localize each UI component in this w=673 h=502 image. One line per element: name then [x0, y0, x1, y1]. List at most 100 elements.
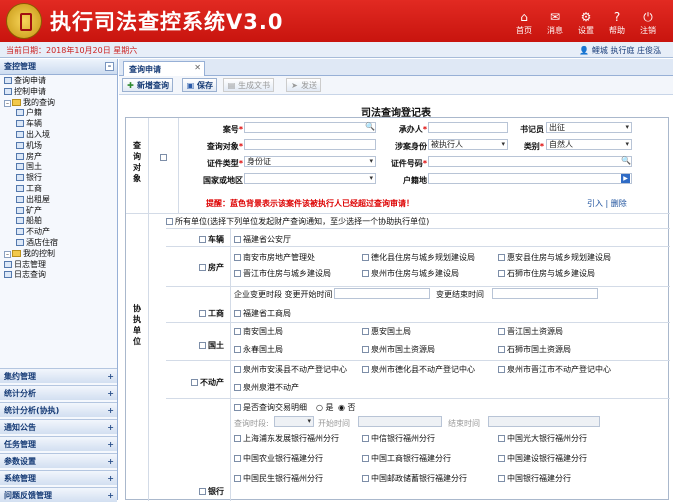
save-button[interactable]: ▣ 保存: [182, 78, 217, 92]
sidebar-item[interactable]: 工商: [2, 184, 115, 195]
unit-checkbox[interactable]: 中国银行福建分行: [498, 473, 571, 484]
unit-checkbox[interactable]: 石狮市国土资源局: [498, 344, 571, 355]
sidebar-item[interactable]: 控制申请: [2, 87, 115, 98]
unit-checkbox[interactable]: 泉州市德化县不动产登记中心: [362, 364, 475, 375]
sidebar-item[interactable]: – 我的查询: [2, 98, 115, 109]
home-button[interactable]: ⌂ 首页: [509, 9, 539, 36]
sidebar-item[interactable]: 船舶: [2, 216, 115, 227]
detail-no-radio[interactable]: ◉ 否: [338, 402, 356, 413]
sidebar-item[interactable]: 日志查询: [2, 270, 115, 281]
sidebar-item[interactable]: 查询申请: [2, 76, 115, 87]
unit-checkbox[interactable]: 中信银行福州分行: [362, 433, 435, 444]
collapse-icon[interactable]: –: [105, 62, 114, 71]
detail-yes-radio[interactable]: ○ 是: [316, 402, 334, 413]
case-no-input[interactable]: [244, 122, 376, 133]
settings-button[interactable]: ⚙ 设置: [571, 9, 601, 36]
country-select[interactable]: [244, 173, 376, 184]
unit-checkbox[interactable]: 晋江市住房与城乡建设局: [234, 268, 331, 279]
id-no-input[interactable]: [428, 156, 632, 167]
sidebar-section[interactable]: 系统管理 +: [0, 470, 117, 485]
unit-checkbox[interactable]: 中国农业银行福建分行: [234, 453, 323, 464]
expand-icon[interactable]: +: [107, 372, 114, 381]
period-select[interactable]: [274, 416, 314, 427]
period-end-input[interactable]: [488, 416, 600, 427]
import-link[interactable]: 引入: [587, 199, 603, 208]
sidebar-section[interactable]: 通知公告 +: [0, 419, 117, 434]
realty-label[interactable]: 不动产: [166, 377, 230, 388]
unit-checkbox[interactable]: 泉州市住房与城乡建设局: [362, 268, 459, 279]
send-button[interactable]: ➤ 发送: [286, 78, 321, 92]
unit-checkbox[interactable]: 永春国土局: [234, 344, 283, 355]
unit-checkbox[interactable]: 上海浦东发展银行福州分行: [234, 433, 339, 444]
unit-checkbox[interactable]: 中国民生银行福州分行: [234, 473, 323, 484]
sidebar-item[interactable]: 不动产: [2, 227, 115, 238]
expand-icon[interactable]: –: [4, 99, 11, 107]
sidebar-item[interactable]: 酒店住宿: [2, 238, 115, 249]
logout-button[interactable]: ⏻ 注销: [633, 9, 663, 36]
picker-arrow-icon[interactable]: ▶: [621, 174, 630, 183]
query-object-input[interactable]: [244, 139, 376, 150]
delete-link[interactable]: 删除: [611, 199, 627, 208]
expand-icon[interactable]: +: [107, 474, 114, 483]
land-label[interactable]: 国土: [166, 340, 230, 351]
unit-checkbox[interactable]: 石狮市住房与城乡建设局: [498, 268, 595, 279]
unit-checkbox[interactable]: 中国建设银行福建分行: [498, 453, 587, 464]
sidebar-item[interactable]: 机场: [2, 141, 115, 152]
unit-checkbox[interactable]: 福建省公安厅: [234, 234, 291, 245]
expand-icon[interactable]: –: [4, 250, 11, 258]
search-icon[interactable]: 🔍: [621, 156, 631, 165]
bank-label[interactable]: 银行: [166, 486, 230, 497]
period-start-input[interactable]: [358, 416, 442, 427]
unit-checkbox[interactable]: 泉州市国土资源局: [362, 344, 435, 355]
sidebar-section[interactable]: 任务管理 +: [0, 436, 117, 451]
identity-select[interactable]: 被执行人: [428, 139, 508, 150]
all-units-checkbox[interactable]: 所有单位(选择下列单位发起财产查询通知，至少选择一个协助执行单位): [166, 216, 429, 227]
close-icon[interactable]: ✕: [194, 63, 201, 72]
change-end-input[interactable]: [492, 288, 598, 299]
sidebar-section[interactable]: 集约管理 +: [0, 368, 117, 383]
unit-checkbox[interactable]: 中国邮政储蓄银行福建分行: [362, 473, 467, 484]
new-query-button[interactable]: ✚ 新增查询: [122, 78, 173, 92]
expand-icon[interactable]: +: [107, 406, 114, 415]
tab-query-apply[interactable]: 查询申请 ✕: [123, 61, 205, 76]
change-start-input[interactable]: [334, 288, 430, 299]
unit-checkbox[interactable]: 中国工商银行福建分行: [362, 453, 451, 464]
domicile-input[interactable]: [428, 173, 632, 184]
unit-checkbox[interactable]: 德化县住房与城乡规划建设局: [362, 252, 475, 263]
sidebar-item[interactable]: 国土: [2, 162, 115, 173]
sidebar-section[interactable]: 统计分析(协执) +: [0, 402, 117, 417]
sidebar-item[interactable]: 矿产: [2, 206, 115, 217]
sidebar-item[interactable]: – 我的控制: [2, 249, 115, 260]
unit-checkbox[interactable]: 中国光大银行福州分行: [498, 433, 587, 444]
sidebar-item[interactable]: 户籍: [2, 108, 115, 119]
expand-icon[interactable]: +: [107, 389, 114, 398]
message-button[interactable]: ✉ 消息: [540, 9, 570, 36]
unit-checkbox[interactable]: 南安国土局: [234, 326, 283, 337]
object-select-checkbox[interactable]: [160, 154, 167, 161]
sidebar-title[interactable]: 查控管理 –: [0, 59, 117, 75]
sidebar-item[interactable]: 出租屋: [2, 195, 115, 206]
unit-checkbox[interactable]: 惠安国土局: [362, 326, 411, 337]
sidebar-section[interactable]: 统计分析 +: [0, 385, 117, 400]
expand-icon[interactable]: +: [107, 457, 114, 466]
clerk-select[interactable]: 出征: [546, 122, 632, 133]
expand-icon[interactable]: +: [107, 491, 114, 500]
commerce-label[interactable]: 工商: [166, 308, 230, 319]
search-icon[interactable]: 🔍: [365, 122, 375, 131]
unit-checkbox[interactable]: 泉州市安溪县不动产登记中心: [234, 364, 347, 375]
unit-checkbox[interactable]: 福建省工商局: [234, 308, 291, 319]
unit-checkbox[interactable]: 惠安县住房与城乡规划建设局: [498, 252, 611, 263]
id-type-select[interactable]: 身份证: [244, 156, 376, 167]
sidebar-item[interactable]: 日志管理: [2, 260, 115, 271]
undertaker-input[interactable]: [428, 122, 508, 133]
vehicle-label[interactable]: 车辆: [166, 234, 230, 245]
generate-document-button[interactable]: ▤ 生成文书: [223, 78, 274, 92]
sidebar-section[interactable]: 参数设置 +: [0, 453, 117, 468]
unit-checkbox[interactable]: 南安市房地产管理处: [234, 252, 315, 263]
sidebar-item[interactable]: 房产: [2, 152, 115, 163]
category-select[interactable]: 自然人: [546, 139, 632, 150]
sidebar-item[interactable]: 银行: [2, 173, 115, 184]
unit-checkbox[interactable]: 泉州泉港不动产: [234, 382, 299, 393]
expand-icon[interactable]: +: [107, 440, 114, 449]
sidebar-item[interactable]: 车辆: [2, 119, 115, 130]
